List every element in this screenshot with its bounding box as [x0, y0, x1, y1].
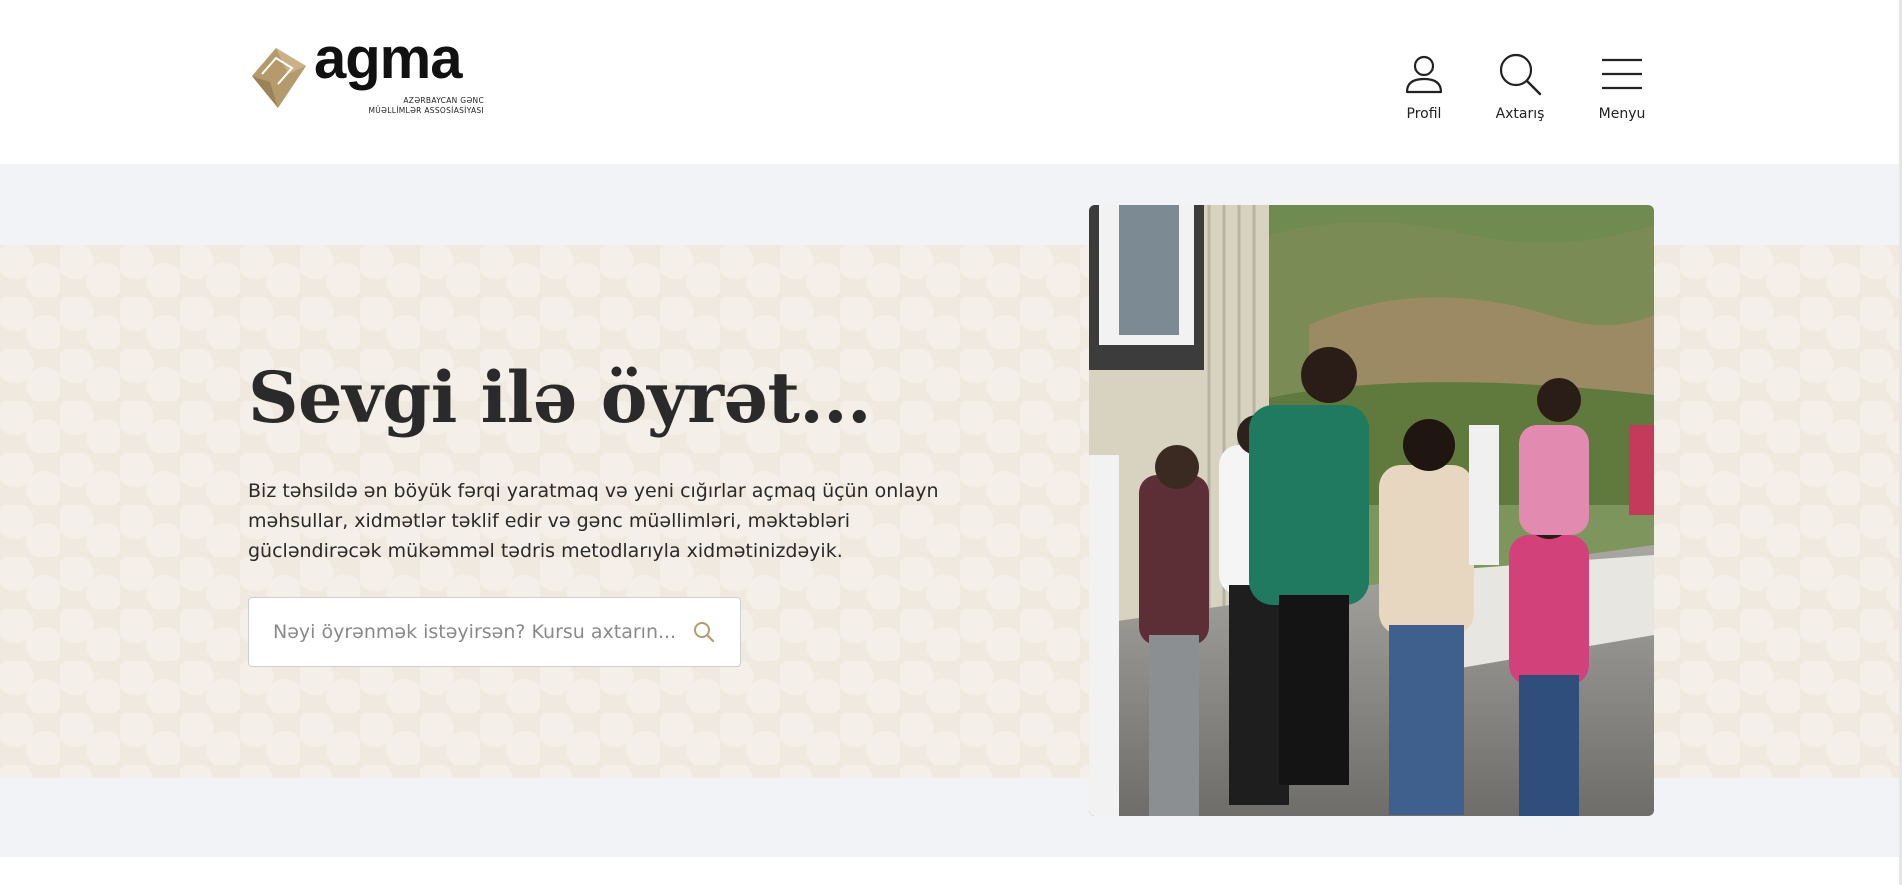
logo-word: agma: [314, 26, 463, 91]
header-nav: Profil Axtarış Menyu: [1394, 52, 1652, 122]
hamburger-icon: [1602, 58, 1642, 90]
profile-button[interactable]: Profil: [1394, 52, 1454, 122]
course-search-button[interactable]: [692, 620, 716, 644]
logo-subtitle-line1: AZƏRBAYCAN GƏNC: [403, 96, 484, 105]
course-search-box: [248, 597, 741, 667]
profile-label: Profil: [1406, 106, 1442, 122]
hero-description: Biz təhsildə ən böyük fərqi yaratmaq və …: [248, 480, 939, 562]
menu-label: Menyu: [1598, 106, 1646, 122]
agma-logo[interactable]: agma AZƏRBAYCAN GƏNC MÜƏLLİMLƏR ASSOSİAS…: [248, 30, 484, 120]
logo-subtitle-line2: MÜƏLLİMLƏR ASSOSİASİYASI: [368, 106, 484, 115]
page-footer-strip: [0, 857, 1900, 885]
site-header: agma AZƏRBAYCAN GƏNC MÜƏLLİMLƏR ASSOSİAS…: [0, 0, 1902, 164]
course-search-input[interactable]: [273, 621, 692, 643]
logo-text: agma AZƏRBAYCAN GƏNC MÜƏLLİMLƏR ASSOSİAS…: [314, 30, 484, 120]
menu-button[interactable]: Menyu: [1592, 52, 1652, 122]
children-walking-photo: [1089, 205, 1654, 816]
search-icon: [694, 622, 715, 643]
search-nav-button[interactable]: Axtarış: [1490, 52, 1550, 122]
logo-mark-icon: [252, 48, 306, 108]
hero-photo: [1089, 205, 1654, 816]
search-label: Axtarış: [1495, 106, 1545, 122]
user-icon: [1405, 55, 1443, 94]
search-icon: [1499, 53, 1542, 96]
hero-title: Sevgi ilə öyrət...: [248, 356, 871, 439]
